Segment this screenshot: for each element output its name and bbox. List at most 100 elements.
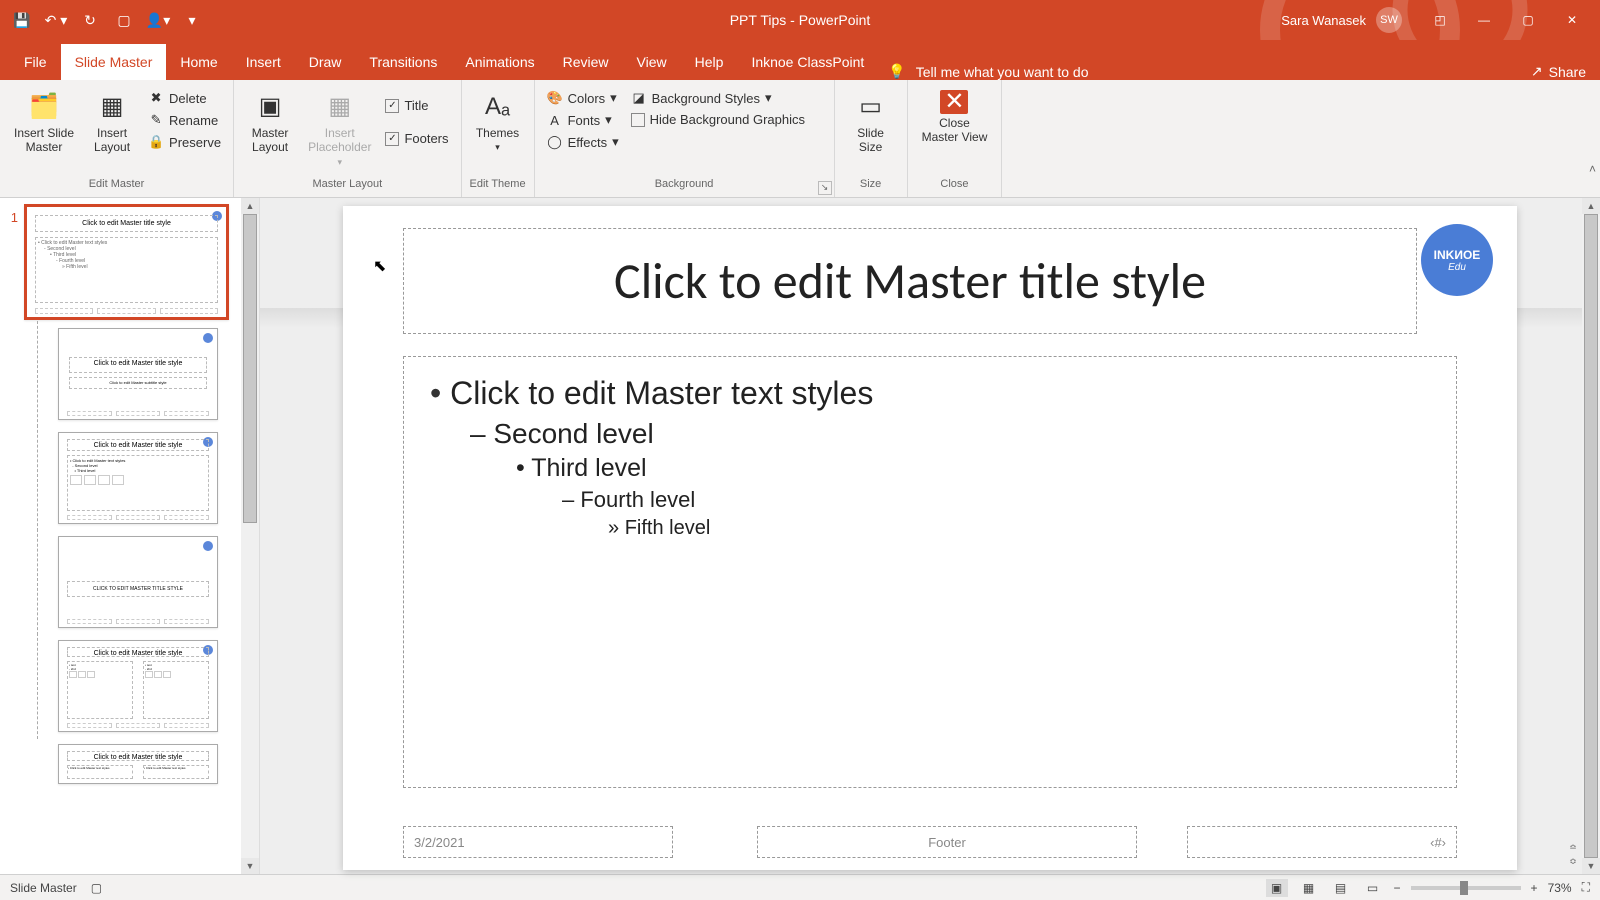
hide-background-checkbox[interactable]: Hide Background Graphics <box>627 110 809 129</box>
group-label-edit-master: Edit Master <box>8 178 225 193</box>
colors-button[interactable]: 🎨Colors ▾ <box>543 88 623 108</box>
master-layout-button[interactable]: ▣ Master Layout <box>242 88 298 157</box>
ribbon-display-options-icon[interactable]: ◰ <box>1420 5 1460 35</box>
title-bar: 💾 ↶ ▾ ↻ ▢ 👤▾ ▾ PPT Tips - PowerPoint Sar… <box>0 0 1600 40</box>
master-layout-label: Master Layout <box>252 126 289 155</box>
zoom-out-icon[interactable]: − <box>1394 881 1401 895</box>
tab-help[interactable]: Help <box>681 44 738 80</box>
insert-slide-master-button[interactable]: 🗂️ Insert Slide Master <box>8 88 80 157</box>
tab-inknoe[interactable]: Inknoe ClassPoint <box>737 44 878 80</box>
fit-to-window-icon[interactable]: ⛶ <box>1582 880 1590 895</box>
canvas-scrollbar[interactable]: ▲ ▼ <box>1582 198 1600 874</box>
touch-mode-icon[interactable]: 👤▾ <box>144 6 172 34</box>
scroll-up-icon[interactable]: ▲ <box>1582 198 1600 214</box>
background-dialog-launcher[interactable]: ↘ <box>818 181 832 195</box>
thumb-badge-icon <box>203 333 213 343</box>
close-icon[interactable]: ✕ <box>1552 5 1592 35</box>
scroll-thumb[interactable] <box>243 214 257 523</box>
notes-icon[interactable]: ▢ <box>91 881 102 895</box>
title-text: Click to edit Master title style <box>614 251 1206 312</box>
start-from-beginning-icon[interactable]: ▢ <box>110 6 138 34</box>
slide-size-icon: ▭ <box>854 90 888 124</box>
delete-icon: ✖ <box>148 90 164 106</box>
customize-qat-icon[interactable]: ▾ <box>178 6 206 34</box>
themes-icon: Aₐ <box>481 90 515 124</box>
checkbox-icon <box>631 113 645 127</box>
redo-icon[interactable]: ↻ <box>76 6 104 34</box>
body-placeholder[interactable]: Click to edit Master text styles Second … <box>403 356 1457 788</box>
group-edit-master: 🗂️ Insert Slide Master ▦ Insert Layout ✖… <box>0 80 234 197</box>
collapse-ribbon-icon[interactable]: ˄ <box>1589 162 1596 176</box>
slide-number-text: ‹#› <box>1430 835 1446 850</box>
slide-size-button[interactable]: ▭ Slide Size <box>843 88 899 157</box>
tell-me-search[interactable]: 💡 Tell me what you want to do <box>888 63 1088 80</box>
tab-view[interactable]: View <box>623 44 681 80</box>
bg-styles-label: Background Styles <box>652 91 760 106</box>
inknoe-logo: INKИOE Edu <box>1421 224 1493 296</box>
themes-button[interactable]: Aₐ Themes ▾ <box>470 88 526 155</box>
bg-styles-icon: ◪ <box>631 90 647 106</box>
scroll-down-icon[interactable]: ▼ <box>241 858 259 874</box>
group-master-layout: ▣ Master Layout ▦ Insert Placeholder ▾ ✓… <box>234 80 461 197</box>
scroll-down-icon[interactable]: ▼ <box>1582 858 1600 874</box>
fonts-button[interactable]: AFonts ▾ <box>543 110 623 130</box>
status-mode: Slide Master <box>10 881 77 895</box>
slide-sorter-view-icon[interactable]: ▦ <box>1298 879 1320 897</box>
delete-button[interactable]: ✖Delete <box>144 88 225 108</box>
group-background: 🎨Colors ▾ AFonts ▾ ◯Effects ▾ ◪ Backgroun… <box>535 80 835 197</box>
tab-draw[interactable]: Draw <box>295 44 356 80</box>
thumbnail-layout[interactable]: Click to edit Master title style Click t… <box>58 328 218 420</box>
slide-number-placeholder[interactable]: ‹#› <box>1187 826 1457 858</box>
group-edit-theme: Aₐ Themes ▾ Edit Theme <box>462 80 535 197</box>
tab-file[interactable]: File <box>10 44 61 80</box>
thumbnail-layout[interactable]: Click to edit Master title style • Click… <box>58 432 218 524</box>
close-master-view-button[interactable]: ✕ Close Master View <box>916 88 994 147</box>
tab-insert[interactable]: Insert <box>232 44 295 80</box>
body-level-2: Second level <box>470 418 1430 450</box>
zoom-in-icon[interactable]: + <box>1531 881 1538 895</box>
share-button[interactable]: ↗ Share <box>1531 63 1586 80</box>
normal-view-icon[interactable]: ▣ <box>1266 879 1288 897</box>
group-label-background: Background <box>543 178 826 193</box>
zoom-level[interactable]: 73% <box>1548 881 1572 895</box>
scroll-thumb[interactable] <box>1584 214 1598 858</box>
background-styles-button[interactable]: ◪Background Styles ▾ <box>627 88 809 108</box>
preserve-button[interactable]: 🔒Preserve <box>144 132 225 152</box>
save-icon[interactable]: 💾 <box>8 6 36 34</box>
maximize-icon[interactable]: ▢ <box>1508 5 1548 35</box>
footer-placeholder[interactable]: Footer <box>757 826 1137 858</box>
effects-button[interactable]: ◯Effects ▾ <box>543 132 623 152</box>
prev-slide-icon[interactable]: ≏ <box>1566 842 1580 854</box>
thumbnail-master[interactable]: Click to edit Master title style • Click… <box>24 204 229 320</box>
status-bar: Slide Master ▢ ▣ ▦ ▤ ▭ − + 73% ⛶ <box>0 874 1600 900</box>
title-placeholder[interactable]: Click to edit Master title style <box>403 228 1417 334</box>
thumbnail-list[interactable]: 1 Click to edit Master title style • Cli… <box>0 198 241 874</box>
tab-transitions[interactable]: Transitions <box>355 44 451 80</box>
tab-review[interactable]: Review <box>549 44 623 80</box>
zoom-handle[interactable] <box>1460 881 1468 895</box>
thumbnail-layout[interactable]: Click to edit Master title style • text-… <box>58 640 218 732</box>
tab-animations[interactable]: Animations <box>451 44 548 80</box>
thumbnail-layout[interactable]: Click to edit Master title style • Click… <box>58 744 218 784</box>
thumbnail-layout[interactable]: CLICK TO EDIT MASTER TITLE STYLE <box>58 536 218 628</box>
document-title: PPT Tips - PowerPoint <box>730 12 871 28</box>
scroll-up-icon[interactable]: ▲ <box>241 198 259 214</box>
thumbnail-scrollbar[interactable]: ▲ ▼ <box>241 198 259 874</box>
tab-home[interactable]: Home <box>166 44 231 80</box>
footers-checkbox[interactable]: ✓Footers <box>381 129 452 148</box>
reading-view-icon[interactable]: ▤ <box>1330 879 1352 897</box>
zoom-slider[interactable] <box>1411 886 1521 890</box>
group-close: ✕ Close Master View Close <box>908 80 1003 197</box>
rename-button[interactable]: ✎Rename <box>144 110 225 130</box>
slide-canvas[interactable]: ⬉ Click to edit Master title style INKИO… <box>343 206 1517 870</box>
slideshow-view-icon[interactable]: ▭ <box>1362 879 1384 897</box>
undo-icon[interactable]: ↶ ▾ <box>42 6 70 34</box>
next-slide-icon[interactable]: ≎ <box>1566 856 1580 868</box>
date-placeholder[interactable]: 3/2/2021 <box>403 826 673 858</box>
tab-slide-master[interactable]: Slide Master <box>61 44 167 80</box>
user-avatar[interactable]: SW <box>1376 7 1402 33</box>
title-checkbox[interactable]: ✓Title <box>381 96 452 115</box>
insert-layout-button[interactable]: ▦ Insert Layout <box>84 88 140 157</box>
minimize-icon[interactable]: — <box>1464 5 1504 35</box>
user-name[interactable]: Sara Wanasek <box>1281 13 1366 28</box>
